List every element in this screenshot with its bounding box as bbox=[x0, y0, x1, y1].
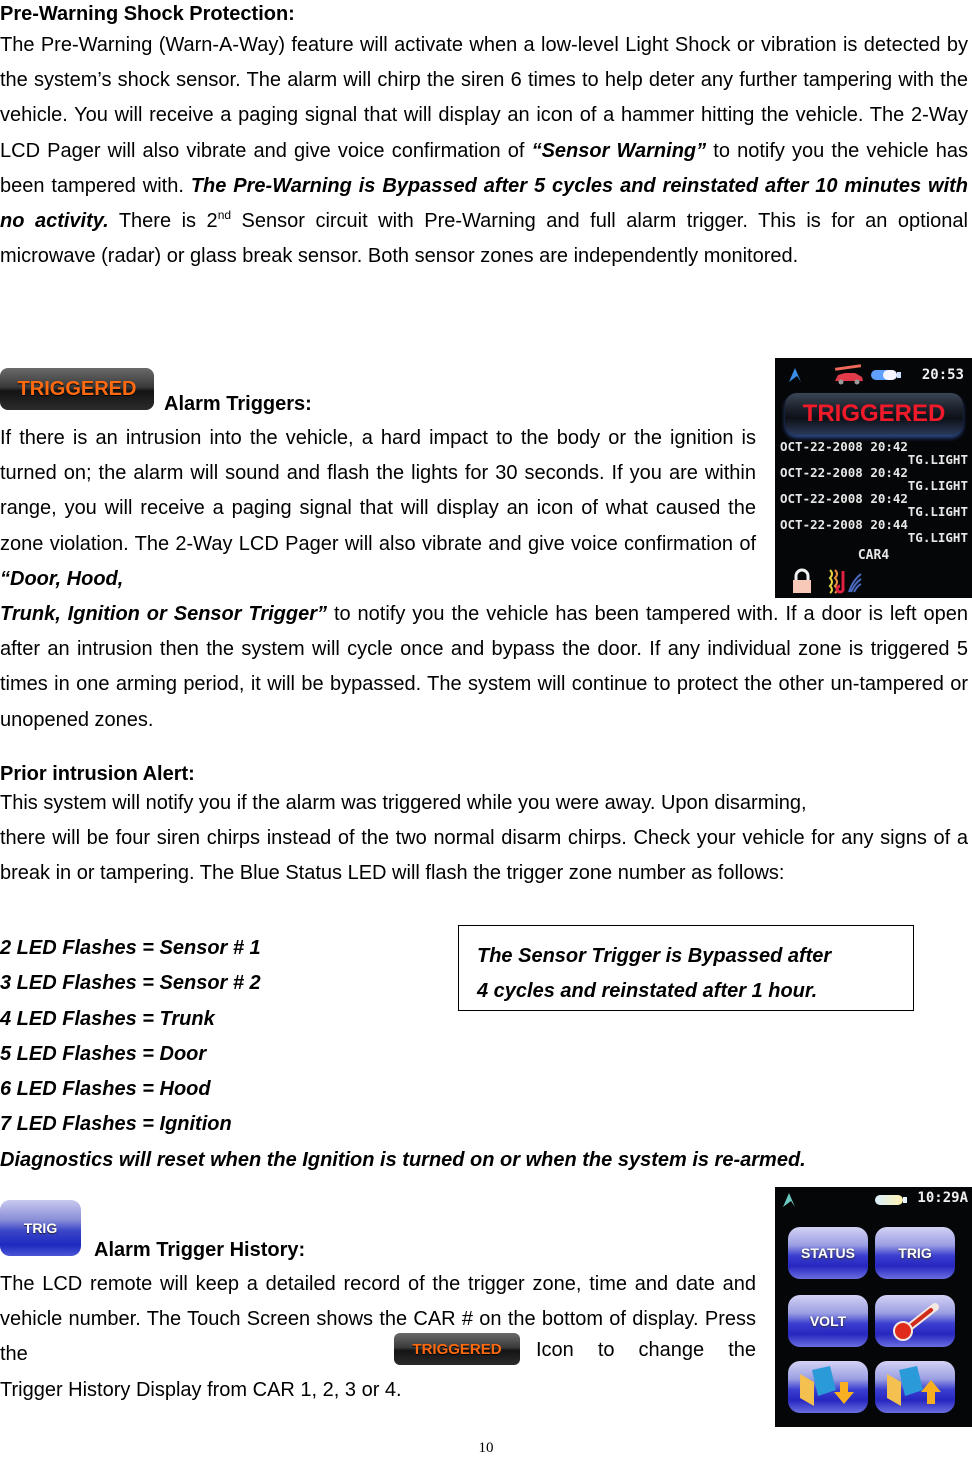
entry-time: 20:42 bbox=[870, 439, 908, 454]
folder-download-icon bbox=[800, 1366, 854, 1406]
entry-zone: TG.LIGHT bbox=[907, 530, 968, 545]
callout-line-2: 4 cycles and reinstated after 1 hour. bbox=[477, 980, 818, 1002]
trig-icon: TRIG bbox=[0, 1200, 81, 1256]
entry-date: OCT-22-2008 bbox=[780, 491, 863, 506]
trigger-entry: OCT-22-2008 20:42 TG.LIGHT bbox=[780, 466, 968, 492]
entry-date: OCT-22-2008 bbox=[780, 465, 863, 480]
led-flash-item: 5 LED Flashes = Door bbox=[0, 1043, 207, 1065]
antenna-icon bbox=[783, 1193, 795, 1207]
status-button: STATUS bbox=[788, 1227, 868, 1279]
led-flash-item: 3 LED Flashes = Sensor # 2 bbox=[0, 972, 261, 994]
entry-time: 20:42 bbox=[870, 491, 908, 506]
battery-icon bbox=[875, 1195, 903, 1205]
entry-time: 20:42 bbox=[870, 465, 908, 480]
triggered-banner: TRIGGERED bbox=[785, 393, 963, 435]
led-flash-item: 4 LED Flashes = Trunk bbox=[0, 1008, 215, 1030]
vibrate-sound-icon bbox=[828, 569, 862, 594]
section-heading-trigger-history: Alarm Trigger History: bbox=[94, 1239, 306, 1261]
battery-tip bbox=[903, 1197, 907, 1203]
lock-icon bbox=[793, 568, 811, 593]
prior-intrusion-paragraph: there will be four siren chirps instead … bbox=[0, 827, 968, 885]
voice-confirmation-quote: “Door, Hood, bbox=[0, 567, 124, 590]
pre-warning-text-3: There is 2 bbox=[108, 210, 218, 233]
sensor-warning-quote: “Sensor Warning” bbox=[531, 139, 707, 162]
car-alarm-icon bbox=[834, 364, 863, 385]
status-bar: 20:53 bbox=[775, 364, 972, 386]
folder-upload-icon bbox=[887, 1366, 941, 1406]
menu-screen-photo: 10:29A STATUS TRIG VOLT bbox=[775, 1187, 972, 1427]
section-heading-alarm-triggers: Alarm Triggers: bbox=[164, 393, 312, 415]
voice-confirmation-quote-2: Trunk, Ignition or Sensor Trigger” bbox=[0, 603, 328, 625]
pre-warning-paragraph: The Pre-Warning (Warn-A-Way) feature wil… bbox=[0, 28, 968, 274]
prior-intrusion-line1: This system will notify you if the alarm… bbox=[0, 792, 807, 814]
bottom-icons bbox=[791, 566, 891, 594]
trigger-entry: OCT-22-2008 20:42 TG.LIGHT bbox=[780, 492, 968, 518]
callout-line-1: The Sensor Trigger is Bypassed after bbox=[477, 945, 832, 967]
led-flash-item: 2 LED Flashes = Sensor # 1 bbox=[0, 937, 261, 959]
screen-clock: 20:53 bbox=[921, 367, 964, 383]
trigger-entry: OCT-22-2008 20:44 TG.LIGHT bbox=[780, 518, 968, 544]
triggered-inline-icon: TRIGGERED bbox=[394, 1333, 520, 1365]
diagnostics-note: Diagnostics will reset when the Ignition… bbox=[0, 1149, 806, 1171]
superscript-nd: nd bbox=[217, 208, 232, 223]
screen-clock: 10:29A bbox=[917, 1190, 968, 1206]
entry-date: OCT-22-2008 bbox=[780, 517, 863, 532]
sensor-bypass-callout: The Sensor Trigger is Bypassed after 4 c… bbox=[458, 925, 914, 1011]
alarm-triggers-text: If there is an intrusion into the vehicl… bbox=[0, 427, 756, 555]
battery-icon bbox=[871, 370, 901, 380]
section-heading-prior-intrusion: Prior intrusion Alert: bbox=[0, 763, 195, 785]
triggered-icon: TRIGGERED bbox=[0, 368, 154, 410]
download-button bbox=[788, 1361, 868, 1413]
car-number: CAR4 bbox=[857, 548, 890, 563]
trig-button: TRIG bbox=[875, 1227, 955, 1279]
thermometer-icon bbox=[893, 1303, 939, 1341]
entry-time: 20:44 bbox=[870, 517, 908, 532]
alarm-triggers-paragraph-cont: Trunk, Ignition or Sensor Trigger” to no… bbox=[0, 597, 968, 738]
led-flash-item: 7 LED Flashes = Ignition bbox=[0, 1113, 232, 1135]
entry-date: OCT-22-2008 bbox=[780, 439, 863, 454]
led-flash-item: 6 LED Flashes = Hood bbox=[0, 1078, 211, 1100]
trigger-entry: OCT-22-2008 20:42 TG.LIGHT bbox=[780, 440, 968, 466]
antenna-icon bbox=[789, 368, 801, 382]
temperature-button bbox=[875, 1295, 955, 1347]
alarm-triggers-paragraph: If there is an intrusion into the vehicl… bbox=[0, 421, 756, 597]
section-heading-pre-warning: Pre-Warning Shock Protection: bbox=[0, 3, 295, 25]
volt-button: VOLT bbox=[788, 1295, 868, 1347]
upload-button bbox=[875, 1361, 955, 1413]
trigger-history-paragraph-2: Icon to change the bbox=[536, 1339, 756, 1361]
triggered-screen-photo: 20:53 TRIGGERED OCT-22-2008 20:42 TG.LIG… bbox=[775, 358, 972, 598]
page-number: 10 bbox=[478, 1440, 494, 1456]
